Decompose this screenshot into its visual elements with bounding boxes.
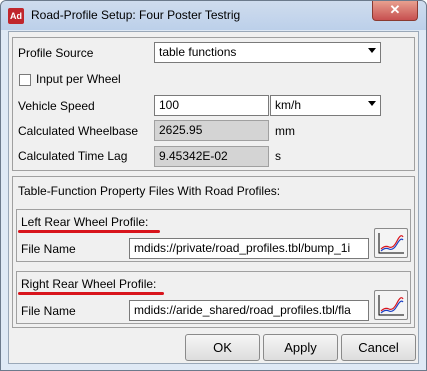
speed-unit-select[interactable]: km/h (270, 95, 381, 116)
curve-plot-icon (378, 295, 404, 316)
title-bar[interactable]: Ad Road-Profile Setup: Four Poster Testr… (1, 1, 426, 30)
speed-unit-value: km/h (275, 98, 302, 112)
window-title: Road-Profile Setup: Four Poster Testrig (31, 8, 241, 22)
cancel-button[interactable]: Cancel (341, 334, 416, 361)
ok-button[interactable]: OK (185, 334, 260, 361)
profile-source-label: Profile Source (18, 46, 94, 60)
vehicle-speed-input[interactable]: 100 (154, 95, 269, 116)
vehicle-speed-label: Vehicle Speed (18, 99, 95, 113)
apply-button[interactable]: Apply (263, 334, 338, 361)
profiles-section-title: Table-Function Property Files With Road … (18, 184, 281, 198)
chevron-down-icon (368, 101, 376, 106)
right-profile-annotation (18, 292, 164, 295)
curve-plot-icon (378, 233, 404, 254)
right-profile-title: Right Rear Wheel Profile: (21, 277, 157, 291)
right-curve-manager-button[interactable] (374, 290, 408, 320)
chevron-down-icon (368, 48, 376, 53)
dialog-client: Profile Source table functions Input per… (8, 31, 419, 364)
dialog-window: Ad Road-Profile Setup: Four Poster Testr… (0, 0, 427, 371)
profile-source-select[interactable]: table functions (154, 42, 381, 63)
left-profile-annotation (18, 230, 160, 233)
close-button[interactable]: ✕ (372, 1, 418, 21)
right-file-label: File Name (21, 304, 76, 318)
road-profiles-group: Table-Function Property Files With Road … (12, 176, 415, 328)
profile-source-value: table functions (159, 45, 237, 59)
general-settings-group: Profile Source table functions Input per… (12, 37, 415, 171)
right-file-input[interactable]: mdids://aride_shared/road_profiles.tbl/f… (129, 300, 369, 321)
left-profile-title: Left Rear Wheel Profile: (21, 215, 149, 229)
left-file-label: File Name (21, 242, 76, 256)
wheelbase-label: Calculated Wheelbase (18, 124, 139, 138)
left-curve-manager-button[interactable] (374, 228, 408, 258)
time-lag-value: 9.45342E-02 (154, 146, 269, 167)
app-icon: Ad (8, 8, 24, 24)
wheelbase-unit: mm (275, 124, 295, 138)
input-per-wheel-label: Input per Wheel (36, 72, 121, 86)
left-file-input[interactable]: mdids://private/road_profiles.tbl/bump_1… (129, 238, 369, 259)
time-lag-unit: s (275, 149, 281, 163)
left-profile-box: Left Rear Wheel Profile: File Name mdids… (16, 209, 411, 262)
time-lag-label: Calculated Time Lag (18, 149, 128, 163)
right-profile-box: Right Rear Wheel Profile: File Name mdid… (16, 271, 411, 324)
input-per-wheel-checkbox[interactable] (19, 74, 31, 86)
wheelbase-value: 2625.95 (154, 120, 269, 141)
